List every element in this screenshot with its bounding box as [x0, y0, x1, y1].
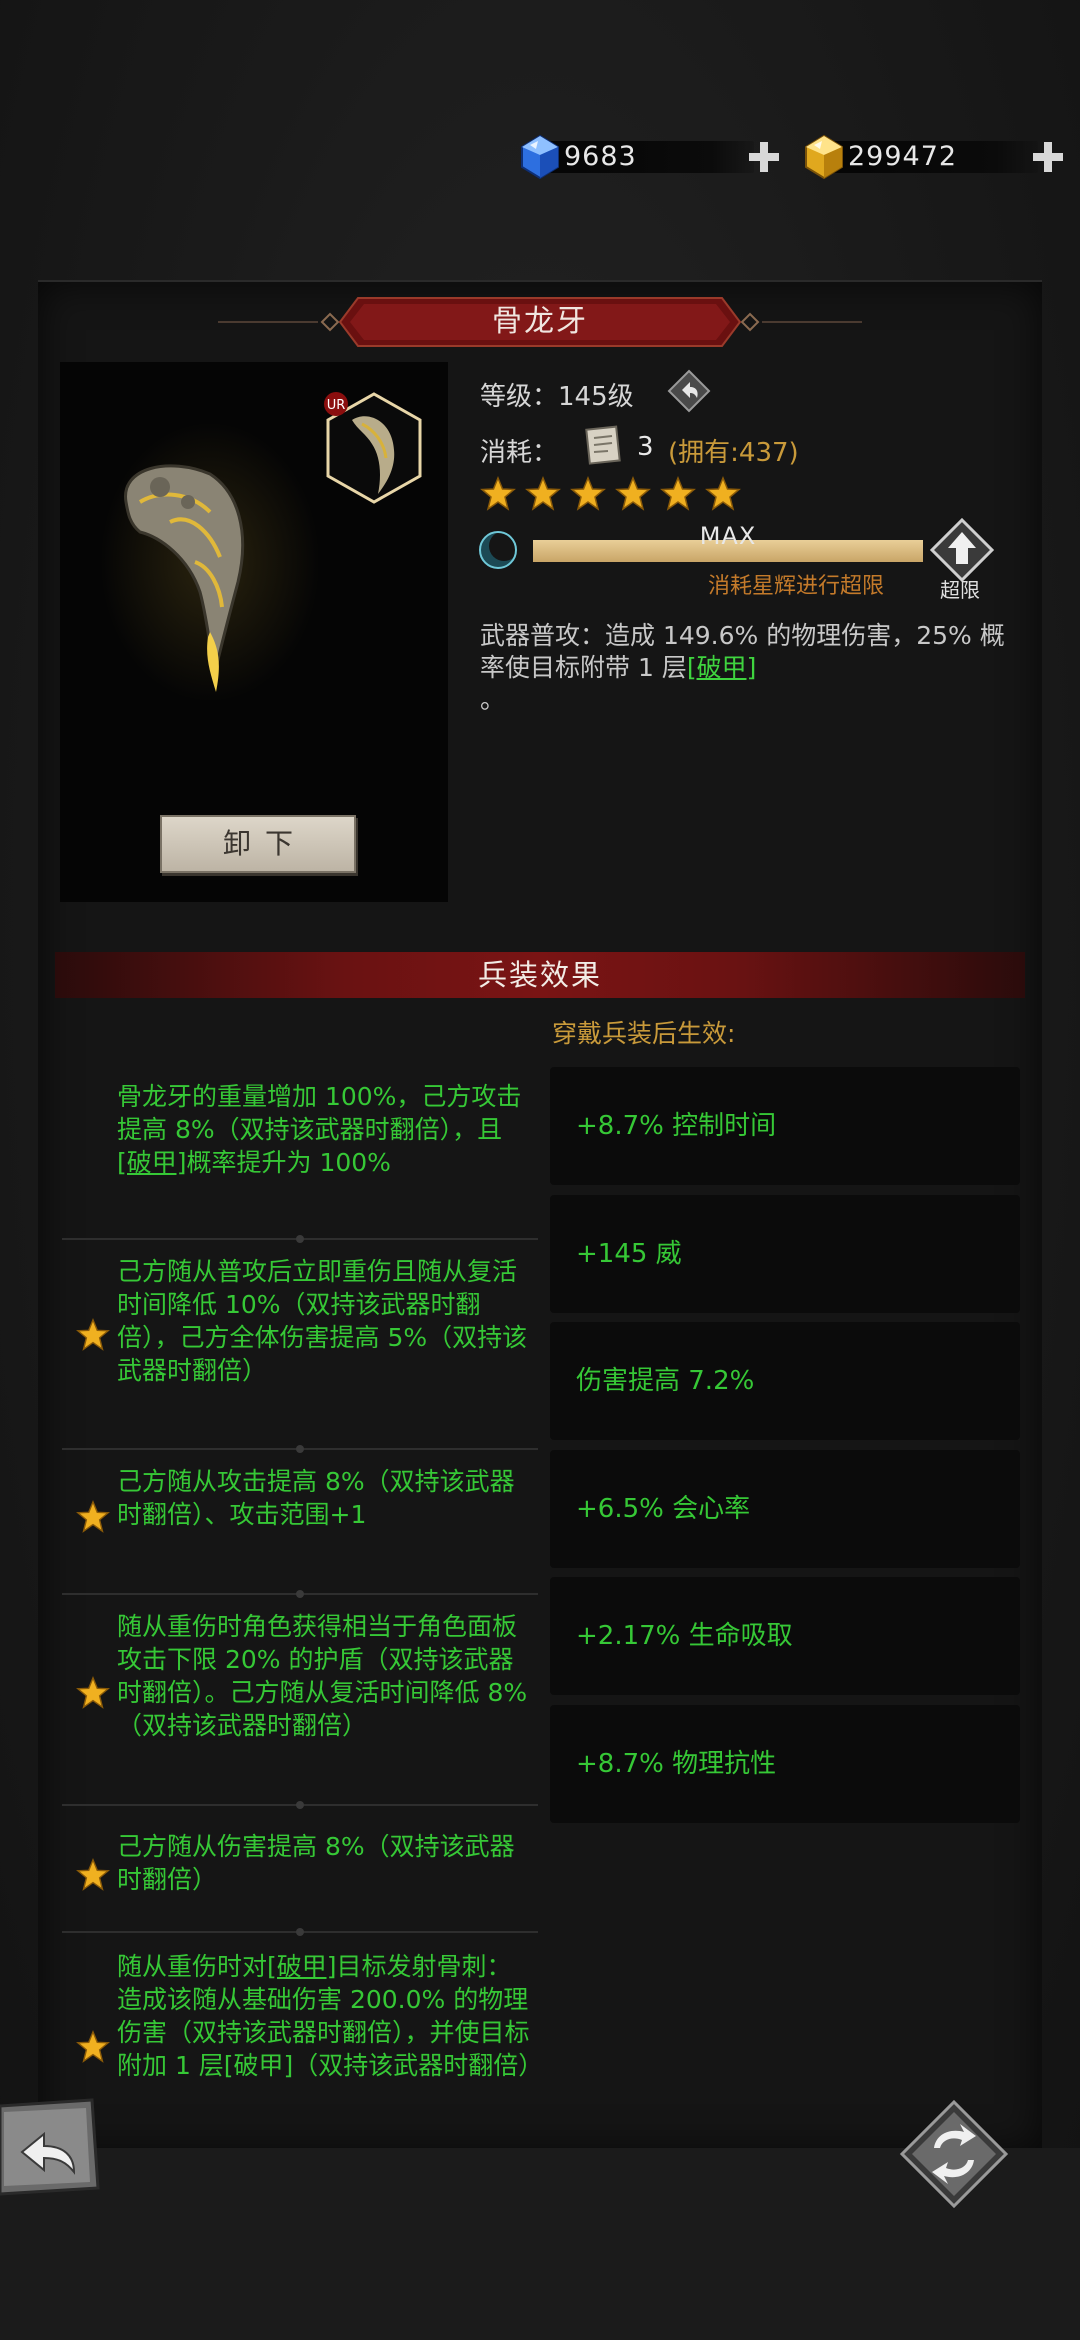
bonus-stat-text: 伤害提高 7.2% — [576, 1366, 755, 1396]
desc-end: 。 — [480, 685, 506, 714]
item-title: 骨龙牙 — [492, 304, 588, 339]
ur-badge-text: UR — [327, 398, 346, 413]
add-gold-button[interactable] — [1028, 137, 1068, 177]
effects-title: 兵装效果 — [477, 958, 602, 992]
effect-item: 随从重伤时角色获得相当于角色面板攻击下限 20% 的护盾（双持该武器时翻倍）。己… — [117, 1610, 532, 1742]
bonus-stat-text: +8.7% 控制时间 — [576, 1111, 777, 1141]
armor-break-keyword[interactable]: [破甲] — [117, 1148, 187, 1177]
effect-star-icon — [76, 1858, 110, 1891]
effect-text: 随从重伤时对 — [117, 1952, 268, 1981]
cost-value: 3 — [637, 432, 654, 462]
bonus-stat: +8.7% 物理抗性 — [550, 1704, 1020, 1823]
title-banner: 骨龙牙 — [218, 296, 862, 348]
star-icon — [480, 476, 516, 512]
scroll-material-icon — [585, 425, 621, 465]
bonus-stat: +145 威 — [550, 1194, 1020, 1313]
level-label: 等级： — [480, 382, 559, 412]
bonus-stat-text: +8.7% 物理抗性 — [576, 1748, 777, 1779]
blue-gem-icon — [521, 134, 559, 180]
bonus-stat: +8.7% 控制时间 — [550, 1067, 1020, 1185]
effect-text: 己方随从普攻后立即重伤且随从复活时间降低 10%（双持该武器时翻倍），己方全体伤… — [117, 1257, 528, 1385]
effect-item: 己方随从攻击提高 8%（双持该武器时翻倍）、攻击范围+1 — [117, 1465, 532, 1531]
bonus-stat: +6.5% 会心率 — [550, 1449, 1020, 1568]
star-icon — [705, 476, 741, 512]
progress-text: MAX — [699, 522, 757, 550]
gold-count: 299472 — [848, 141, 958, 172]
effect-star-icon — [76, 1318, 110, 1351]
effect-star-icon — [76, 1676, 110, 1709]
effects-subtitle: 穿戴兵装后生效: — [552, 1019, 736, 1048]
unequip-button[interactable]: 卸下 — [160, 815, 356, 873]
limit-break-button[interactable] — [930, 518, 994, 582]
star-icon — [615, 476, 651, 512]
limit-break-label: 超限 — [940, 578, 980, 602]
swap-weapon-button[interactable] — [898, 2098, 1010, 2210]
owned-count: (拥有:437) — [668, 438, 799, 468]
effect-item: 己方随从普攻后立即重伤且随从复活时间降低 10%（双持该武器时翻倍），己方全体伤… — [117, 1255, 532, 1387]
effect-star-icon — [76, 1500, 110, 1533]
back-button[interactable] — [0, 2096, 100, 2196]
bonus-stat: 伤害提高 7.2% — [550, 1322, 1020, 1440]
effect-text: 概率提升为 100% — [186, 1148, 391, 1177]
bonus-stat-text: +6.5% 会心率 — [576, 1493, 751, 1524]
effect-text: 随从重伤时角色获得相当于角色面板攻击下限 20% 的护盾（双持该武器时翻倍）。己… — [117, 1612, 528, 1740]
armor-break-keyword[interactable]: [破甲] — [267, 1952, 337, 1981]
effect-item: 随从重伤时对[破甲]目标发射骨刺：造成该随从基础伤害 200.0% 的物理伤害（… — [117, 1950, 543, 2082]
effect-divider — [62, 1590, 538, 1598]
rarity-hex-thumbnail: UR — [324, 392, 422, 504]
add-gems-button[interactable] — [744, 137, 784, 177]
star-icon — [660, 476, 696, 512]
cost-label: 消耗： — [480, 438, 559, 468]
bonus-stat-text: +2.17% 生命吸取 — [576, 1621, 793, 1651]
level-row: 等级：145级 — [480, 376, 634, 413]
effect-divider — [62, 1801, 538, 1809]
star-glow-moon-icon — [479, 531, 519, 569]
effect-divider — [62, 1445, 538, 1453]
level-reset-icon[interactable] — [666, 368, 712, 414]
effect-item: 己方随从伤害提高 8%（双持该武器时翻倍） — [117, 1830, 532, 1896]
gem-count: 9683 — [564, 141, 637, 172]
level-value: 145级 — [558, 382, 634, 412]
effect-text: 骨龙牙的重量增加 100%，己方攻击提高 8%（双持该武器时翻倍），且 — [117, 1082, 522, 1144]
weapon-description: 武器普攻：造成 149.6% 的物理伤害，25% 概率使目标附带 1 层[破甲]… — [480, 620, 1010, 716]
effect-text: 己方随从攻击提高 8%（双持该武器时翻倍）、攻击范围+1 — [117, 1467, 515, 1529]
effect-star-icon — [76, 2030, 110, 2063]
effect-text: 己方随从伤害提高 8%（双持该武器时翻倍） — [117, 1832, 515, 1894]
bonus-stat: +2.17% 生命吸取 — [550, 1577, 1020, 1695]
bonus-stat-text: +145 威 — [576, 1238, 682, 1269]
effect-divider — [62, 1235, 538, 1243]
effect-item: 骨龙牙的重量增加 100%，己方攻击提高 8%（双持该武器时翻倍），且 [破甲]概… — [117, 1080, 532, 1179]
effects-header: 兵装效果 — [55, 952, 1025, 998]
progress-hint: 消耗星辉进行超限 — [708, 574, 885, 599]
gold-gem-icon — [805, 134, 843, 180]
star-rating — [480, 476, 741, 512]
effect-divider — [62, 1928, 538, 1936]
star-icon — [525, 476, 561, 512]
star-icon — [570, 476, 606, 512]
armor-break-keyword[interactable]: [破甲] — [687, 653, 757, 682]
